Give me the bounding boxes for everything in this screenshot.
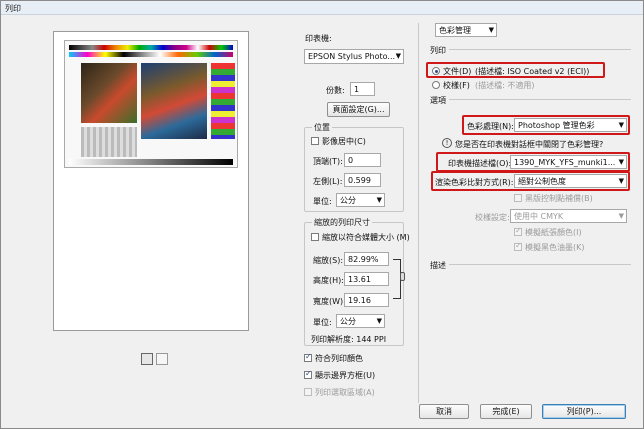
title-bar: 列印 [1,1,643,15]
printer-select[interactable]: EPSON Stylus Photo... ▼ [304,49,404,64]
chevron-down-icon: ▼ [618,212,624,220]
simulate-black-label: 模擬黑色油墨(K) [525,243,585,252]
print-label: 列印 [430,46,446,55]
chevron-down-icon: ▼ [376,196,382,204]
black-point-label: 黑版控制點補償(B) [525,194,593,203]
window-title: 列印 [5,4,21,13]
highlight-box [436,152,630,172]
warning-text: 您是否在印表機對話框中關閉了色彩管理? [455,140,604,149]
proof-profile: (描述檔: 不適用) [475,81,535,90]
match-colors-checkbox[interactable] [304,352,312,362]
link-icon[interactable] [400,272,405,281]
left-input[interactable]: 0.599 [344,173,381,187]
page-orientation-icon[interactable] [141,353,153,365]
top-label: 頂端(T): [313,157,343,166]
match-colors-label: 符合列印顏色 [315,354,363,363]
description-label: 描述 [430,261,446,270]
print-selection-checkbox[interactable] [304,388,312,396]
scaled-unit-select[interactable]: 公分 ▼ [336,314,385,328]
simulate-black-checkbox[interactable] [514,241,522,251]
print-button[interactable]: 列印(P)... [542,404,626,419]
photo-left [81,63,137,123]
chevron-down-icon: ▼ [376,317,382,325]
fit-media-label: 縮放以符合媒體大小 (M) [322,233,410,242]
proof-radio[interactable] [432,81,440,89]
width-input[interactable]: 19.16 [344,293,389,307]
show-bbox-label: 顯示邊界方框(U) [315,371,376,380]
color-strip [69,45,233,50]
options-label: 選項 [430,96,446,105]
color-patches [211,63,235,139]
height-label: 高度(H): [313,276,344,285]
width-label: 寬度(W): [313,297,346,306]
cancel-button[interactable]: 取消 [419,404,469,419]
highlight-box [431,171,630,191]
print-preview[interactable] [53,31,249,331]
proof-radio-label: 校樣(F) [443,81,470,90]
panel-divider [418,23,419,403]
preview-image [64,40,238,168]
section-value: 色彩管理 [439,26,471,35]
highlight-box [426,62,605,78]
black-point-checkbox[interactable] [514,194,522,202]
scaled-size-title: 縮放的列印尺寸 [312,217,372,228]
position-unit-label: 單位: [313,197,332,206]
separator [449,99,631,100]
proof-setup-value: 使用中 CMYK [514,212,564,221]
position-unit-select[interactable]: 公分 ▼ [336,193,385,207]
simulate-paper-checkbox[interactable] [514,226,522,236]
center-image-label: 影像居中(C) [322,137,366,146]
print-resolution: 列印解析度: 144 PPI [311,335,387,344]
scaled-unit-label: 單位: [313,318,332,327]
highlight-box [462,115,630,135]
gray-patches [81,127,137,157]
photo-right [141,63,207,139]
chevron-down-icon: ▼ [488,26,494,34]
scale-label: 縮放(S): [313,256,344,265]
done-button[interactable]: 完成(E) [480,404,532,419]
proof-setup-select[interactable]: 使用中 CMYK ▼ [510,209,627,223]
warning-icon: ! [442,138,452,148]
position-unit-value: 公分 [340,196,356,205]
separator [449,49,631,50]
top-input[interactable]: 0 [344,153,381,167]
printer-value: EPSON Stylus Photo... [308,52,396,61]
left-label: 左側(L): [313,177,343,186]
scale-input[interactable]: 82.99% [344,252,389,266]
print-selection-label: 列印選取區域(A) [315,388,375,397]
rotate-icon[interactable] [156,353,168,365]
position-title: 位置 [312,122,332,133]
copies-label: 份數: [326,86,345,95]
copies-input[interactable]: 1 [350,82,375,96]
print-dialog: 列印 印表機: EPSON Stylus Photo... ▼ 份數: 1 頁面設… [0,0,644,429]
page-setup-button[interactable]: 頁面設定(G)... [327,102,390,117]
proof-setup-label: 校樣設定: [475,213,510,222]
separator [449,264,631,265]
fit-media-checkbox[interactable] [311,233,319,241]
scaled-unit-value: 公分 [340,317,356,326]
chevron-down-icon: ▼ [395,52,401,60]
show-bbox-checkbox[interactable] [304,369,312,379]
printer-label: 印表機: [305,34,332,43]
height-input[interactable]: 13.61 [344,272,389,286]
center-image-checkbox[interactable] [311,137,319,145]
simulate-paper-label: 模擬紙張顏色(I) [525,228,582,237]
section-select[interactable]: 色彩管理 ▼ [435,23,497,37]
gray-ramp [69,159,233,165]
color-strip [69,52,233,57]
